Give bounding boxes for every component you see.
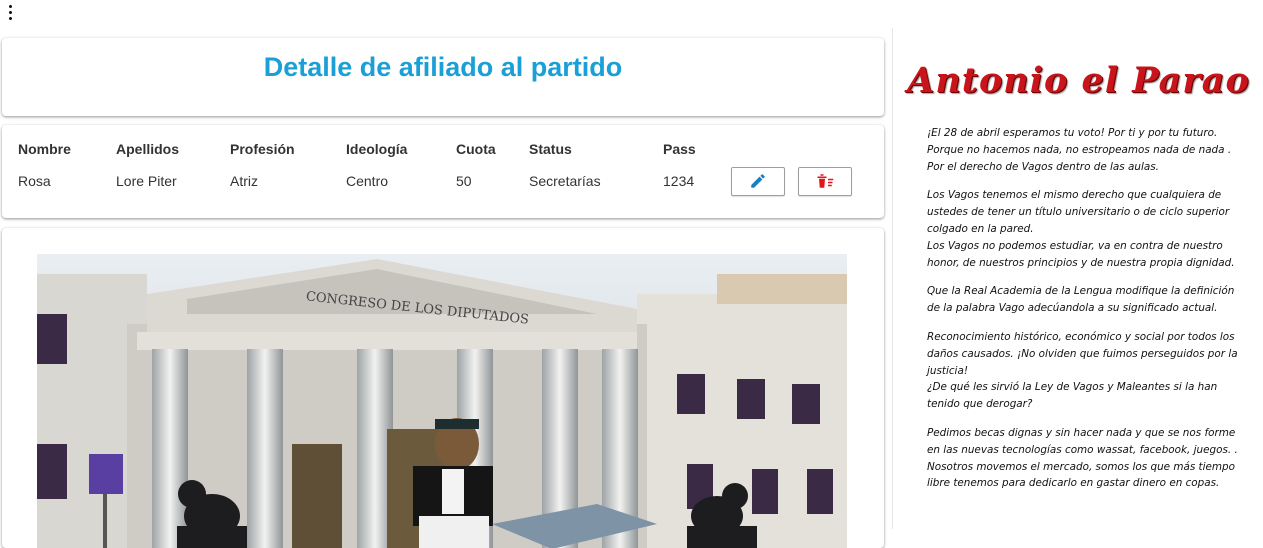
edit-button[interactable] [731, 166, 785, 196]
cell-status: Secretarías [529, 173, 601, 189]
column-header-nombre: Nombre [18, 141, 71, 157]
cell-nombre: Rosa [18, 173, 51, 189]
manifesto-paragraph: Que la Real Academia de la Lengua modifi… [927, 285, 1235, 315]
page-title: Detalle de afiliado al partido [263, 52, 623, 82]
column-header-profesion: Profesión [230, 141, 295, 157]
manifesto-paragraph: Pedimos becas dignas y sin hacer nada y … [927, 426, 1238, 490]
column-header-apellidos: Apellidos [116, 141, 180, 157]
manifesto-paragraph: ¡El 28 de abril esperamos tu voto! Por t… [927, 127, 1232, 173]
manifesto-text: ¡El 28 de abril esperamos tu voto! Por t… [927, 125, 1253, 504]
column-header-actions [731, 137, 871, 161]
cell-apellidos: Lore Piter [116, 173, 177, 189]
more-vertical-icon [9, 5, 12, 8]
brand-logo: Antonio el Parao [907, 60, 1250, 101]
table-header-row: Nombre Apellidos Profesión Ideología Cuo… [18, 137, 871, 161]
image-card: CONGRESO DE LOS DIPUTADOS [2, 228, 884, 548]
member-table-card: Nombre Apellidos Profesión Ideología Cuo… [2, 125, 884, 218]
cell-cuota: 50 [456, 173, 472, 189]
column-header-cuota: Cuota [456, 141, 496, 157]
pencil-icon [751, 174, 765, 188]
trash-list-icon [817, 174, 834, 188]
cell-actions [731, 161, 871, 201]
more-options-button[interactable] [4, 2, 18, 22]
title-card: Detalle de afiliado al partido [2, 38, 884, 116]
delete-button[interactable] [798, 166, 852, 196]
cell-pass: 1234 [663, 173, 695, 189]
member-table: Nombre Apellidos Profesión Ideología Cuo… [18, 137, 871, 201]
column-header-ideologia: Ideología [346, 141, 408, 157]
congress-building-photo: CONGRESO DE LOS DIPUTADOS [37, 254, 847, 548]
cell-profesion: Atriz [230, 173, 258, 189]
manifesto-paragraph: Reconocimiento histórico, económico y so… [927, 330, 1238, 411]
sidebar: Antonio el Parao ¡El 28 de abril esperam… [892, 28, 1263, 529]
manifesto-paragraph: Los Vagos tenemos el mismo derecho que c… [927, 189, 1235, 269]
column-header-status: Status [529, 141, 572, 157]
column-header-pass: Pass [663, 141, 696, 157]
cell-ideologia: Centro [346, 173, 389, 189]
table-row: Rosa Lore Piter Atriz Centro 50 Secretar… [18, 161, 871, 201]
